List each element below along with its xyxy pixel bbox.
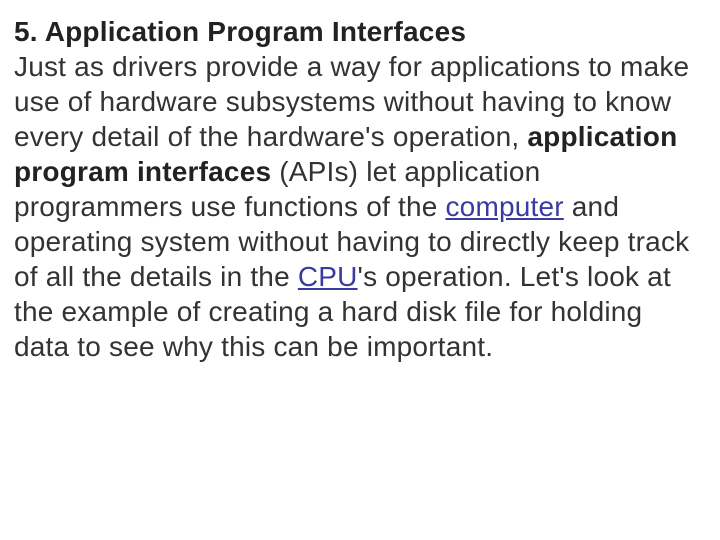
link-computer[interactable]: computer: [445, 191, 563, 222]
link-cpu[interactable]: CPU: [298, 261, 358, 292]
document-page: 5. Application Program Interfaces Just a…: [0, 0, 720, 364]
section-heading: 5. Application Program Interfaces: [14, 16, 466, 47]
paragraph: 5. Application Program Interfaces Just a…: [14, 14, 704, 364]
